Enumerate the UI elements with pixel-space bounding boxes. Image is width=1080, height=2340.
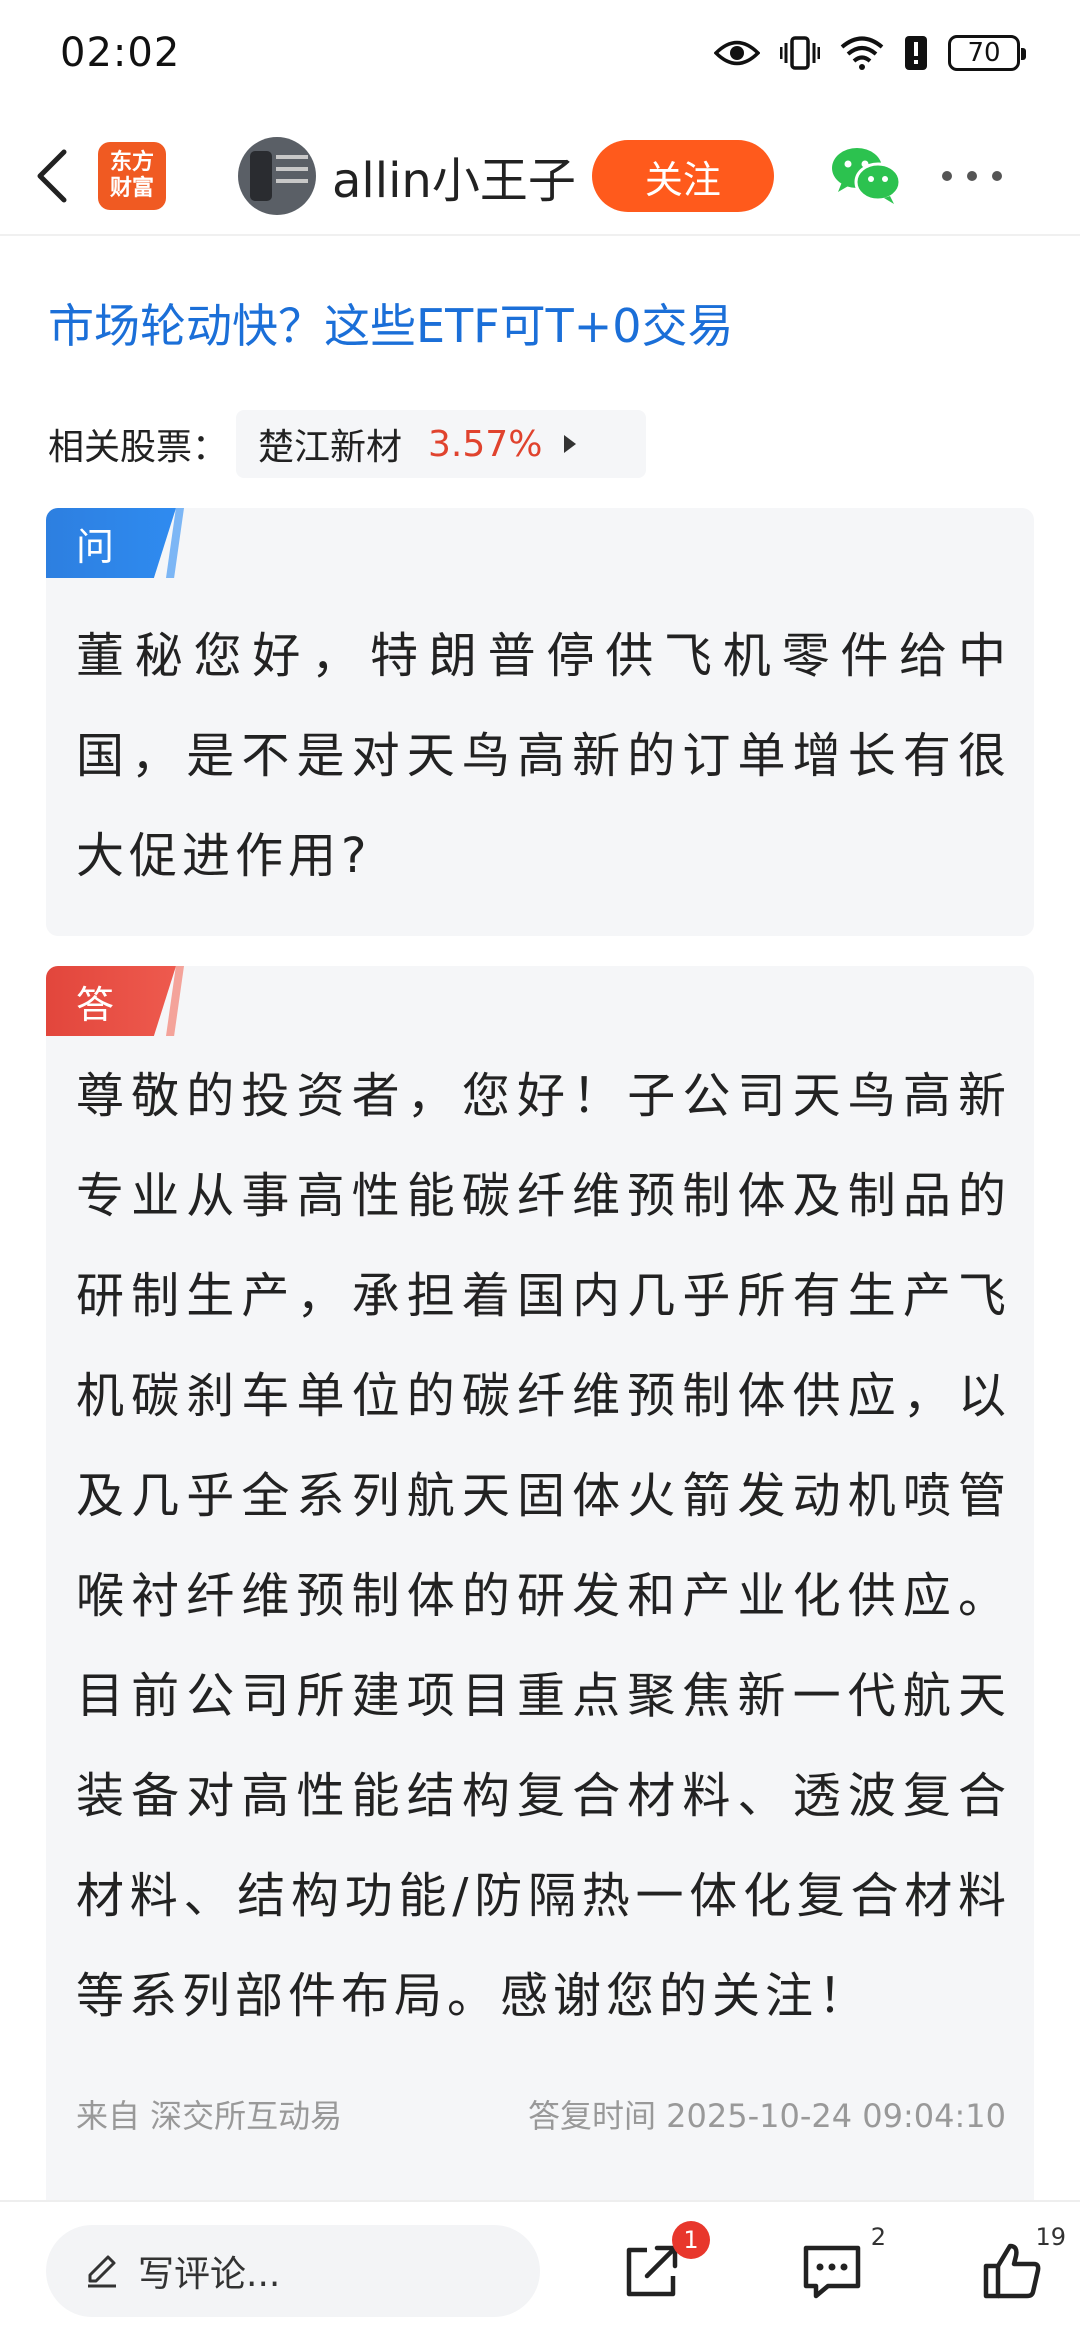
answer-tag: 答 <box>46 966 176 1036</box>
back-arrow-icon <box>37 149 67 203</box>
thumbs-up-icon <box>983 2243 1041 2299</box>
status-time: 02:02 <box>60 29 181 76</box>
brand-logo[interactable]: 东方 财富 <box>98 142 166 210</box>
question-card: 问 董秘您好，特朗普停供飞机零件给中国，是不是对天鸟高新的订单增长有很大促进作用… <box>46 508 1034 936</box>
status-bar: 02:02 70 <box>0 0 1080 105</box>
answer-card: 答 尊敬的投资者，您好！子公司天鸟高新专业从事高性能碳纤维预制体及制品的研制生产… <box>46 966 1034 2211</box>
eye-icon <box>714 40 760 65</box>
more-dots-icon <box>941 171 952 181</box>
wechat-share-button[interactable] <box>830 146 904 206</box>
stock-change: 3.57% <box>428 423 543 465</box>
share-badge: 1 <box>672 2221 710 2259</box>
username[interactable]: allin小王子 <box>332 141 576 211</box>
brand-logo-line2: 财富 <box>109 176 154 201</box>
related-stock-chip[interactable]: 楚江新材 3.57% <box>236 410 647 478</box>
wifi-icon <box>840 36 884 70</box>
related-stocks: 相关股票： 楚江新材 3.57% <box>48 410 647 478</box>
reply-time: 答复时间 2025-10-24 09:04:10 <box>527 2097 1006 2135</box>
pencil-icon <box>88 2255 116 2288</box>
answer-text: 尊敬的投资者，您好！子公司天鸟高新专业从事高性能碳纤维预制体及制品的研制生产，承… <box>76 1068 1011 2024</box>
bottom-bar: 写评论... 1 2 19 <box>0 2200 1080 2340</box>
brand-logo-line1: 东方 <box>109 150 154 175</box>
vibrate-icon <box>780 35 820 70</box>
like-count: 19 <box>1035 2223 1066 2251</box>
comments-button[interactable]: 2 <box>800 2223 886 2303</box>
share-icon <box>626 2245 678 2297</box>
stock-name: 楚江新材 <box>258 427 403 468</box>
answer-source: 来自 深交所互动易 <box>76 2097 343 2135</box>
related-label: 相关股票： <box>48 427 229 468</box>
battery-indicator: 70 <box>948 34 1026 71</box>
comment-icon <box>803 2245 861 2299</box>
question-tag: 问 <box>46 508 176 578</box>
share-button[interactable]: 1 <box>620 2221 710 2303</box>
comment-input[interactable]: 写评论... <box>46 2225 540 2317</box>
comment-placeholder: 写评论... <box>138 2254 281 2295</box>
more-button[interactable] <box>941 166 1002 186</box>
chevron-right-icon <box>564 435 577 453</box>
like-button[interactable]: 19 <box>980 2223 1066 2303</box>
back-button[interactable] <box>6 117 96 235</box>
nav-header: 东方 财富 allin小王子 关注 <box>0 118 1080 236</box>
avatar[interactable] <box>238 137 316 215</box>
comment-count: 2 <box>870 2223 886 2251</box>
follow-button[interactable]: 关注 <box>591 140 774 212</box>
alert-icon <box>905 35 927 70</box>
status-icons: 70 <box>714 34 1026 71</box>
wechat-icon <box>831 148 902 204</box>
question-text: 董秘您好，特朗普停供飞机零件给中国，是不是对天鸟高新的订单增长有很大促进作用? <box>76 628 1011 884</box>
article-title[interactable]: 市场轮动快？这些ETF可T+0交易 <box>48 290 734 356</box>
